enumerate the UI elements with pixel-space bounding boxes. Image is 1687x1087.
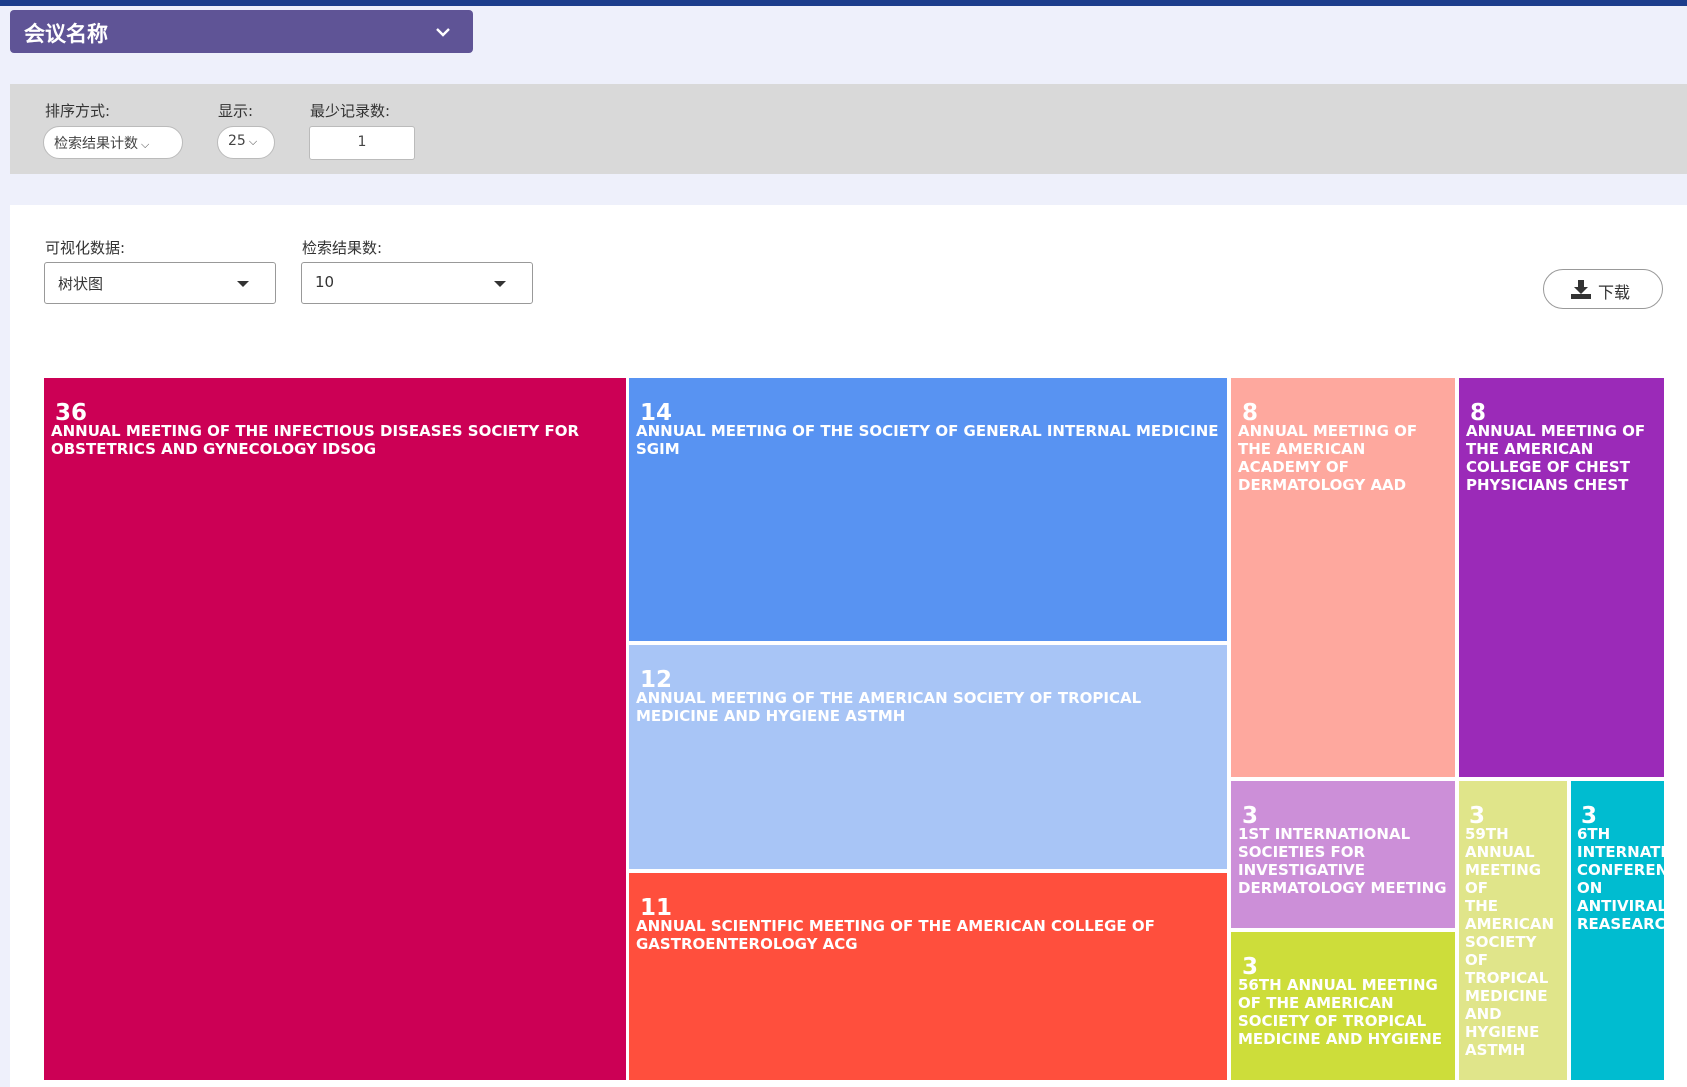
viz-type-value: 树状图 (58, 275, 104, 293)
treemap-tile[interactable]: 36TH INTERNATIONAL CONFERENCE ON ANTIVIR… (1571, 781, 1664, 1080)
conference-name-accordion[interactable]: 会议名称 (10, 10, 473, 53)
treemap-tile[interactable]: 8 ANNUAL MEETING OF THE AMERICAN ACADEMY … (1231, 378, 1455, 777)
result-count-value: 10 (315, 273, 335, 291)
filter-controls: 排序方式: 检索结果计数 ⌵ 显示: 25 ⌵ 最少记录数: 1 (10, 84, 1687, 174)
download-button[interactable]: 下载 (1543, 269, 1663, 309)
min-records-input[interactable]: 1 (309, 126, 415, 160)
treemap-tile[interactable]: 12 ANNUAL MEETING OF THE AMERICAN SOCIETY… (629, 645, 1227, 869)
download-icon (1571, 280, 1591, 299)
chevron-down-icon: ⌵ (141, 138, 150, 151)
tile-value: 3 (1242, 803, 1259, 829)
viz-type-select[interactable]: 树状图 (44, 262, 276, 304)
tile-value: 3 (1469, 803, 1486, 829)
top-accent-bar (0, 0, 1687, 6)
tile-label: ANNUAL MEETING OF THE AMERICAN ACADEMY O… (1238, 422, 1418, 494)
dropdown-arrow-icon (237, 281, 249, 287)
viz-data-label: 可视化数据: (45, 239, 126, 257)
tile-value: 3 (1242, 954, 1259, 980)
tile-value: 36 (55, 400, 88, 426)
tile-label: ANNUAL MEETING OF THE AMERICAN SOCIETY O… (636, 689, 1142, 725)
treemap-tile[interactable]: 11 ANNUAL SCIENTIFIC MEETING OF THE AMERI… (629, 873, 1227, 1080)
treemap-tile[interactable]: 36 ANNUAL MEETING OF THE INFECTIOUS DISEA… (44, 378, 626, 1080)
tile-value: 3 (1581, 803, 1598, 829)
tile-value: 8 (1242, 400, 1259, 426)
tile-value: 12 (640, 667, 673, 693)
sort-label: 排序方式: (45, 102, 111, 120)
treemap-tile[interactable]: 8 ANNUAL MEETING OF THE AMERICAN COLLEGE … (1459, 378, 1664, 777)
accordion-title: 会议名称 (24, 22, 108, 46)
treemap-tile[interactable]: 3 56TH ANNUAL MEETING OF THE AMERICAN SOC… (1231, 932, 1455, 1080)
download-label: 下载 (1598, 283, 1631, 302)
sort-value: 检索结果计数 (54, 136, 138, 152)
tile-label: 56TH ANNUAL MEETING OF THE AMERICAN SOCI… (1238, 976, 1443, 1048)
tile-value: 11 (640, 895, 673, 921)
tile-label: ANNUAL SCIENTIFIC MEETING OF THE AMERICA… (636, 917, 1155, 953)
treemap-tile[interactable]: 14 ANNUAL MEETING OF THE SOCIETY OF GENER… (629, 378, 1227, 641)
treemap-tile[interactable]: 3 1ST INTERNATIONAL SOCIETIES FOR INVESTI… (1231, 781, 1455, 928)
tile-label: ANNUAL MEETING OF THE INFECTIOUS DISEASE… (51, 422, 580, 458)
dropdown-arrow-icon (494, 281, 506, 287)
tile-label: 59TH ANNUAL MEETING OF THE AMERICAN SOCI… (1465, 825, 1555, 1059)
tile-label: ANNUAL MEETING OF THE AMERICAN COLLEGE O… (1466, 422, 1646, 494)
sort-dropdown[interactable]: 检索结果计数 ⌵ (43, 126, 183, 159)
treemap-tile[interactable]: 3 59TH ANNUAL MEETING OF THE AMERICAN SOC… (1459, 781, 1567, 1080)
tile-label: 6TH INTERNATIONAL CONFERENCE ON ANTIVIRA… (1577, 825, 1664, 933)
tile-value: 8 (1470, 400, 1487, 426)
tile-label: 1ST INTERNATIONAL SOCIETIES FOR INVESTIG… (1238, 825, 1447, 897)
show-label: 显示: (218, 102, 254, 120)
show-count-dropdown[interactable]: 25 ⌵ (217, 126, 275, 159)
show-value: 25 (228, 133, 246, 149)
min-records-label: 最少记录数: (310, 102, 391, 120)
result-count-label: 检索结果数: (302, 239, 383, 257)
chevron-down-icon (435, 22, 451, 41)
chevron-down-icon: ⌵ (248, 135, 258, 148)
result-count-select[interactable]: 10 (301, 262, 533, 304)
tile-label: ANNUAL MEETING OF THE SOCIETY OF GENERAL… (636, 422, 1219, 458)
tile-value: 14 (640, 400, 673, 426)
